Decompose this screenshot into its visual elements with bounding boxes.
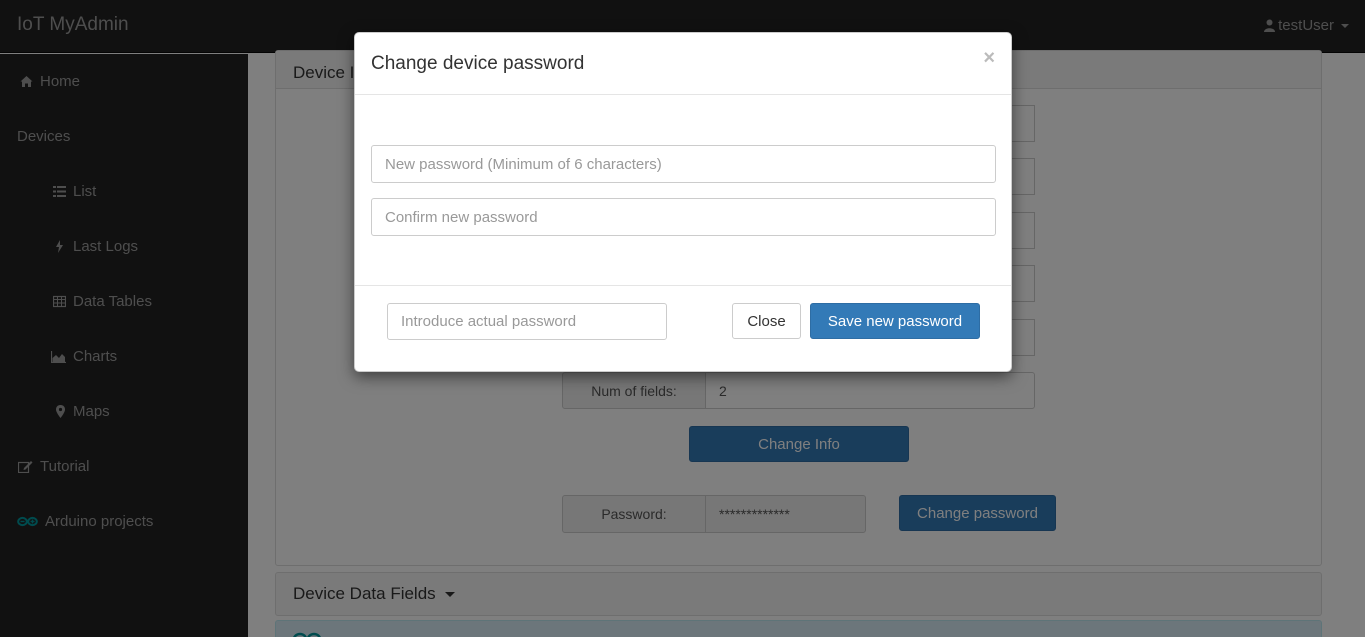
save-new-password-button[interactable]: Save new password	[810, 303, 980, 339]
modal-footer-divider	[355, 285, 1011, 286]
close-icon[interactable]: ×	[983, 47, 995, 70]
modal-title: Change device password	[371, 53, 585, 74]
modal-header-divider	[355, 94, 1011, 95]
confirm-password-input[interactable]	[371, 198, 996, 236]
actual-password-input[interactable]	[387, 303, 667, 340]
save-button-label: Save new password	[827, 312, 963, 330]
close-button[interactable]: Close	[732, 303, 801, 339]
new-password-input[interactable]	[371, 145, 996, 183]
close-button-label: Close	[747, 312, 786, 330]
change-password-modal: Change device password × Close Save new …	[354, 32, 1012, 372]
